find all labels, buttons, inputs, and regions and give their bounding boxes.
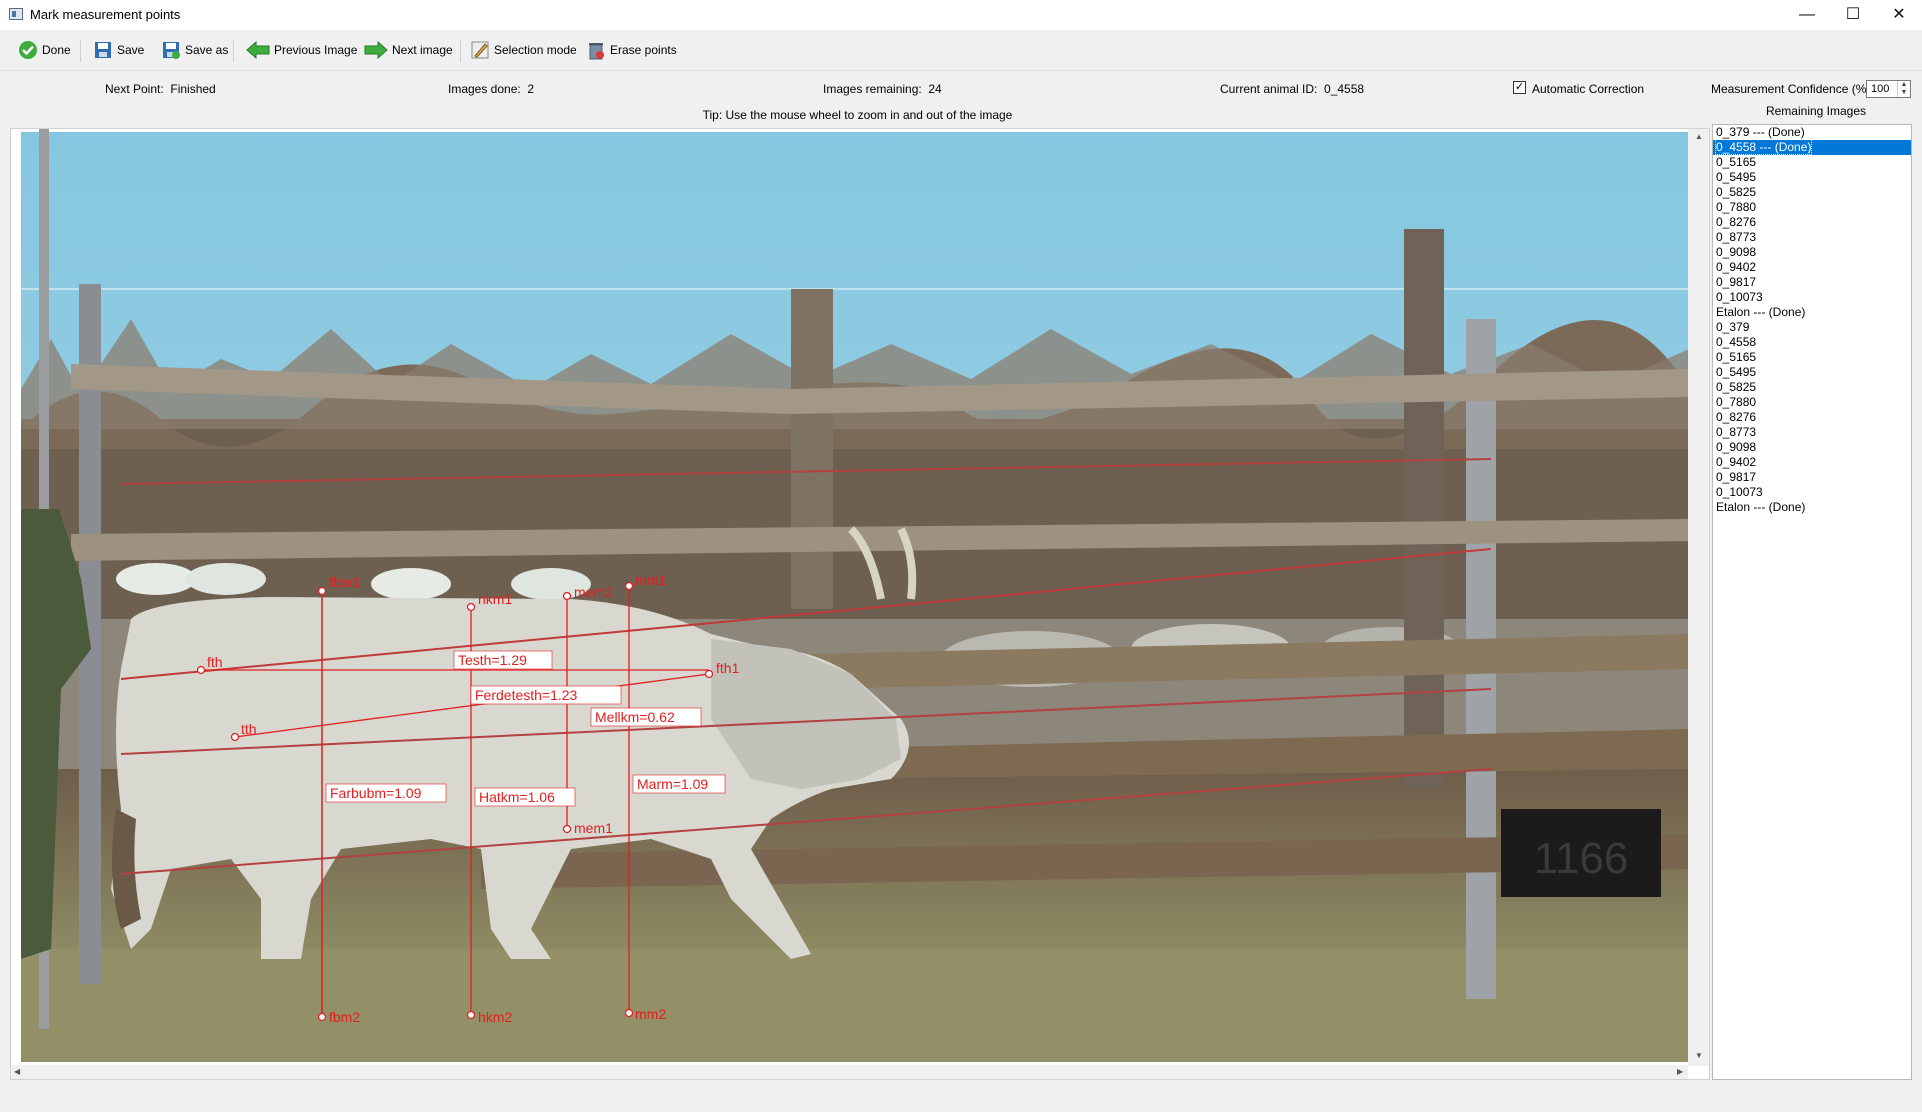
erase-points-button[interactable]: Erase points bbox=[586, 38, 677, 62]
point-label-mem2: mem2 bbox=[574, 584, 613, 600]
save-button[interactable]: Save bbox=[93, 38, 144, 62]
tip-text: Tip: Use the mouse wheel to zoom in and … bbox=[702, 108, 1013, 122]
minimize-button[interactable]: — bbox=[1784, 0, 1830, 30]
current-animal-status: Current animal ID: 0_4558 bbox=[1220, 82, 1365, 96]
remaining-images-title: Remaining Images bbox=[1765, 104, 1867, 118]
label-hatkm: Hatkm=1.06 bbox=[479, 789, 555, 805]
label-marm: Marm=1.09 bbox=[637, 776, 708, 792]
point-label-fth1: fth1 bbox=[716, 660, 740, 676]
next-image-button[interactable]: Next image bbox=[364, 38, 453, 62]
window-title: Mark measurement points bbox=[30, 7, 181, 22]
point-label-hkm2: hkm2 bbox=[478, 1009, 512, 1025]
list-item[interactable]: 0_4558 bbox=[1713, 335, 1911, 350]
toolbar: Done Save Save as Previous Image Next im… bbox=[0, 30, 1922, 71]
list-item[interactable]: 0_8276 bbox=[1713, 215, 1911, 230]
vertical-scrollbar[interactable]: ▲ ▼ bbox=[1688, 129, 1709, 1066]
maximize-button[interactable]: ☐ bbox=[1830, 0, 1876, 30]
arrow-left-icon bbox=[246, 40, 270, 60]
list-item[interactable]: Etalon --- (Done) bbox=[1713, 305, 1911, 320]
list-item[interactable]: 0_10073 bbox=[1713, 290, 1911, 305]
toolbar-separator bbox=[233, 40, 234, 62]
list-item[interactable]: Etalon --- (Done) bbox=[1713, 500, 1911, 515]
next-image-label: Next image bbox=[392, 43, 453, 57]
images-done-status: Images done: 2 bbox=[448, 82, 535, 96]
point-label-tth: tth bbox=[241, 721, 257, 737]
trash-icon bbox=[589, 43, 604, 60]
point-label-hkm1: hkm1 bbox=[478, 591, 512, 607]
label-ferdetesth: Ferdetesth=1.23 bbox=[475, 687, 578, 703]
toolbar-separator bbox=[460, 40, 461, 62]
scroll-up-icon[interactable]: ▲ bbox=[1695, 132, 1703, 141]
list-item[interactable]: 0_9402 bbox=[1713, 260, 1911, 275]
list-item[interactable]: 0_5825 bbox=[1713, 380, 1911, 395]
floppy-icon bbox=[95, 42, 111, 58]
spin-arrows-icon[interactable]: ▲ ▼ bbox=[1897, 81, 1910, 97]
automatic-correction-label: Automatic Correction bbox=[1532, 82, 1645, 96]
pencil-icon bbox=[471, 41, 489, 59]
point-label-fth: fth bbox=[207, 654, 223, 670]
measurement-canvas[interactable]: 1166 fbm1 fbm2 hkm1 hkm2 mem2 mem1 mm1 m… bbox=[11, 129, 1710, 1080]
point-label-fbm2: fbm2 bbox=[329, 1009, 360, 1025]
list-item[interactable]: 0_379 bbox=[1713, 320, 1911, 335]
title-bar: Mark measurement points — ☐ ✕ bbox=[0, 0, 1922, 30]
close-button[interactable]: ✕ bbox=[1876, 0, 1922, 30]
done-button[interactable]: Done bbox=[18, 38, 71, 62]
list-item[interactable]: 0_5165 bbox=[1713, 350, 1911, 365]
point-label-mem1: mem1 bbox=[574, 820, 613, 836]
list-item[interactable]: 0_5495 bbox=[1713, 170, 1911, 185]
list-item[interactable]: 0_8773 bbox=[1713, 425, 1911, 440]
erase-points-label: Erase points bbox=[610, 43, 677, 57]
photo: 1166 bbox=[21, 129, 1689, 1062]
horizontal-scrollbar[interactable]: ◀ ▶ bbox=[11, 1065, 1688, 1079]
confidence-value: 100 bbox=[1871, 83, 1890, 95]
app-icon bbox=[9, 8, 23, 20]
list-item[interactable]: 0_9402 bbox=[1713, 455, 1911, 470]
selection-mode-button[interactable]: Selection mode bbox=[470, 38, 577, 62]
list-item[interactable]: 0_10073 bbox=[1713, 485, 1911, 500]
previous-image-button[interactable]: Previous Image bbox=[246, 38, 357, 62]
list-item[interactable]: 0_9817 bbox=[1713, 470, 1911, 485]
done-label: Done bbox=[42, 43, 71, 57]
label-testh: Testh=1.29 bbox=[458, 652, 527, 668]
scroll-down-icon[interactable]: ▼ bbox=[1695, 1051, 1703, 1060]
floppy-plus-icon bbox=[163, 42, 180, 59]
arrow-right-icon bbox=[364, 40, 388, 60]
scroll-right-icon[interactable]: ▶ bbox=[1677, 1067, 1683, 1076]
previous-image-label: Previous Image bbox=[274, 43, 358, 57]
point-label-mm1: mm1 bbox=[635, 572, 666, 588]
toolbar-separator bbox=[80, 40, 81, 62]
images-remaining-status: Images remaining: 24 bbox=[823, 82, 942, 96]
next-point-status: Next Point: Finished bbox=[105, 82, 216, 96]
point-label-mm2: mm2 bbox=[635, 1006, 666, 1022]
list-item[interactable]: 0_8276 bbox=[1713, 410, 1911, 425]
point-label-fbm1: fbm1 bbox=[329, 574, 360, 590]
list-item[interactable]: 0_9098 bbox=[1713, 440, 1911, 455]
list-item[interactable]: 0_9098 bbox=[1713, 245, 1911, 260]
list-item[interactable]: 0_5825 bbox=[1713, 185, 1911, 200]
image-viewer[interactable]: 1166 fbm1 fbm2 hkm1 hkm2 mem2 mem1 mm1 m… bbox=[10, 128, 1710, 1080]
confidence-spinbox[interactable]: 100 ▲ ▼ bbox=[1866, 80, 1911, 98]
automatic-correction-checkbox[interactable]: ✓ bbox=[1513, 81, 1526, 94]
confidence-label: Measurement Confidence (%): bbox=[1711, 82, 1874, 96]
list-item[interactable]: 0_5495 bbox=[1713, 365, 1911, 380]
save-as-label: Save as bbox=[185, 43, 229, 57]
list-item[interactable]: 0_7880 bbox=[1713, 395, 1911, 410]
list-item-selected[interactable]: 0_4558 --- (Done) bbox=[1713, 139, 1911, 155]
save-as-button[interactable]: Save as bbox=[161, 38, 228, 62]
remaining-images-list[interactable]: 0_379 --- (Done) 0_4558 --- (Done) 0_516… bbox=[1712, 124, 1912, 1080]
check-icon bbox=[19, 41, 37, 59]
list-item[interactable]: 0_7880 bbox=[1713, 200, 1911, 215]
bottom-bar bbox=[0, 1082, 1922, 1112]
list-item[interactable]: 0_379 --- (Done) bbox=[1713, 125, 1911, 140]
sign-number: 1166 bbox=[1534, 834, 1629, 883]
list-item[interactable]: 0_8773 bbox=[1713, 230, 1911, 245]
save-label: Save bbox=[117, 43, 145, 57]
scroll-left-icon[interactable]: ◀ bbox=[14, 1067, 20, 1076]
label-mellkm: Mellkm=0.62 bbox=[595, 709, 675, 725]
list-item[interactable]: 0_9817 bbox=[1713, 275, 1911, 290]
selection-mode-label: Selection mode bbox=[494, 43, 577, 57]
list-item[interactable]: 0_5165 bbox=[1713, 155, 1911, 170]
label-farbubm: Farbubm=1.09 bbox=[330, 785, 422, 801]
